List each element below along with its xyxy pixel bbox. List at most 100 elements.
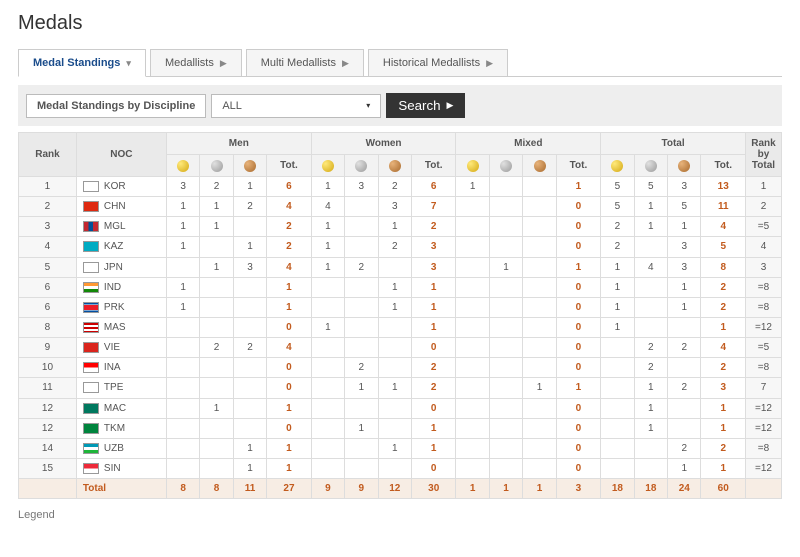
noc-cell[interactable]: TPE — [76, 378, 166, 398]
rank-cell: 9 — [19, 338, 77, 358]
silver-medal-icon — [211, 160, 223, 172]
tot-cell: 5 — [701, 237, 746, 257]
flag-jpn — [83, 262, 99, 273]
arrow-right-icon: ▶ — [220, 58, 227, 69]
medal-cell — [523, 438, 556, 458]
total-cell: 8 — [166, 479, 199, 499]
medal-cell — [489, 358, 522, 378]
noc-cell[interactable]: IND — [76, 277, 166, 297]
medal-cell — [345, 438, 378, 458]
table-row: 8MAS011011=12 — [19, 317, 782, 337]
tot-cell: 1 — [267, 438, 311, 458]
medal-cell: 1 — [668, 277, 701, 297]
total-cell: 60 — [701, 479, 746, 499]
flag-kor — [83, 181, 99, 192]
medal-cell: 1 — [378, 217, 411, 237]
tab-medallists[interactable]: Medallists▶ — [150, 49, 242, 77]
medal-cell — [456, 197, 489, 217]
medal-cell: 3 — [166, 177, 199, 197]
medal-cell: 1 — [311, 257, 344, 277]
rank-cell: 3 — [19, 217, 77, 237]
medal-cell: 1 — [233, 177, 266, 197]
tot-cell: 2 — [267, 237, 311, 257]
tot-cell: 1 — [411, 277, 455, 297]
medal-cell: 1 — [601, 257, 634, 277]
flag-vie — [83, 342, 99, 353]
medal-cell — [311, 297, 344, 317]
medal-cell: 2 — [601, 237, 634, 257]
noc-cell[interactable]: SIN — [76, 458, 166, 478]
medal-cell — [345, 277, 378, 297]
tot-cell: 2 — [267, 217, 311, 237]
rank-by-total-cell: =5 — [746, 338, 782, 358]
medal-cell — [345, 398, 378, 418]
noc-cell[interactable]: PRK — [76, 297, 166, 317]
noc-cell[interactable]: MAS — [76, 317, 166, 337]
medal-cell: 2 — [634, 338, 667, 358]
total-cell: 9 — [311, 479, 344, 499]
medal-cell: 1 — [166, 277, 199, 297]
tot-cell: 0 — [556, 297, 600, 317]
noc-cell[interactable]: UZB — [76, 438, 166, 458]
noc-code: CHN — [104, 201, 126, 212]
medal-cell: 1 — [233, 458, 266, 478]
tot-cell: 0 — [556, 317, 600, 337]
noc-cell[interactable]: VIE — [76, 338, 166, 358]
medal-cell — [378, 398, 411, 418]
medal-cell — [166, 398, 199, 418]
col-group-total: Total — [601, 133, 746, 155]
search-button[interactable]: Search ▶ — [386, 93, 465, 118]
tot-cell: 1 — [701, 317, 746, 337]
medal-cell: 2 — [378, 237, 411, 257]
medal-cell — [489, 237, 522, 257]
noc-cell[interactable]: JPN — [76, 257, 166, 277]
noc-code: IND — [104, 282, 121, 293]
table-row: 14UZB1111022=8 — [19, 438, 782, 458]
flag-ina — [83, 362, 99, 373]
medal-cell — [166, 438, 199, 458]
medal-cell — [166, 358, 199, 378]
noc-cell[interactable]: KAZ — [76, 237, 166, 257]
medal-cell — [489, 458, 522, 478]
tot-cell: 7 — [411, 197, 455, 217]
tot-cell: 4 — [701, 217, 746, 237]
noc-cell[interactable]: MAC — [76, 398, 166, 418]
medal-cell — [523, 277, 556, 297]
col-rank-by-total: Rank by Total — [746, 133, 782, 177]
total-cell: 11 — [233, 479, 266, 499]
table-row: 6IND11110112=8 — [19, 277, 782, 297]
arrow-right-icon: ▶ — [447, 100, 454, 111]
total-row: Total881127991230111318182460 — [19, 479, 782, 499]
medal-cell — [634, 277, 667, 297]
medal-cell — [200, 277, 233, 297]
filter-discipline-label[interactable]: Medal Standings by Discipline — [26, 94, 206, 118]
medal-cell: 2 — [634, 358, 667, 378]
medal-cell — [311, 398, 344, 418]
filter-discipline-select[interactable]: ALL ▾ — [211, 94, 381, 118]
total-cell: 18 — [634, 479, 667, 499]
medal-cell: 1 — [601, 277, 634, 297]
medal-cell — [345, 297, 378, 317]
medal-cell — [456, 257, 489, 277]
noc-cell[interactable]: INA — [76, 358, 166, 378]
tot-cell: 3 — [411, 237, 455, 257]
noc-cell[interactable]: MGL — [76, 217, 166, 237]
noc-cell[interactable]: TKM — [76, 418, 166, 438]
tot-cell: 0 — [556, 418, 600, 438]
col-tot: Tot. — [267, 155, 311, 177]
medal-cell — [456, 217, 489, 237]
gold-medal-icon — [322, 160, 334, 172]
noc-cell[interactable]: KOR — [76, 177, 166, 197]
medal-cell — [456, 338, 489, 358]
medal-cell: 2 — [345, 358, 378, 378]
medal-cell: 3 — [378, 197, 411, 217]
noc-cell[interactable]: CHN — [76, 197, 166, 217]
tab-multi-medallists[interactable]: Multi Medallists▶ — [246, 49, 364, 77]
medal-cell — [345, 197, 378, 217]
tab-medal-standings[interactable]: Medal Standings▾ — [18, 49, 146, 77]
medal-cell — [200, 317, 233, 337]
medal-cell — [200, 458, 233, 478]
medal-cell: 2 — [668, 378, 701, 398]
tab-historical-medallists[interactable]: Historical Medallists▶ — [368, 49, 508, 77]
medal-cell: 1 — [668, 297, 701, 317]
